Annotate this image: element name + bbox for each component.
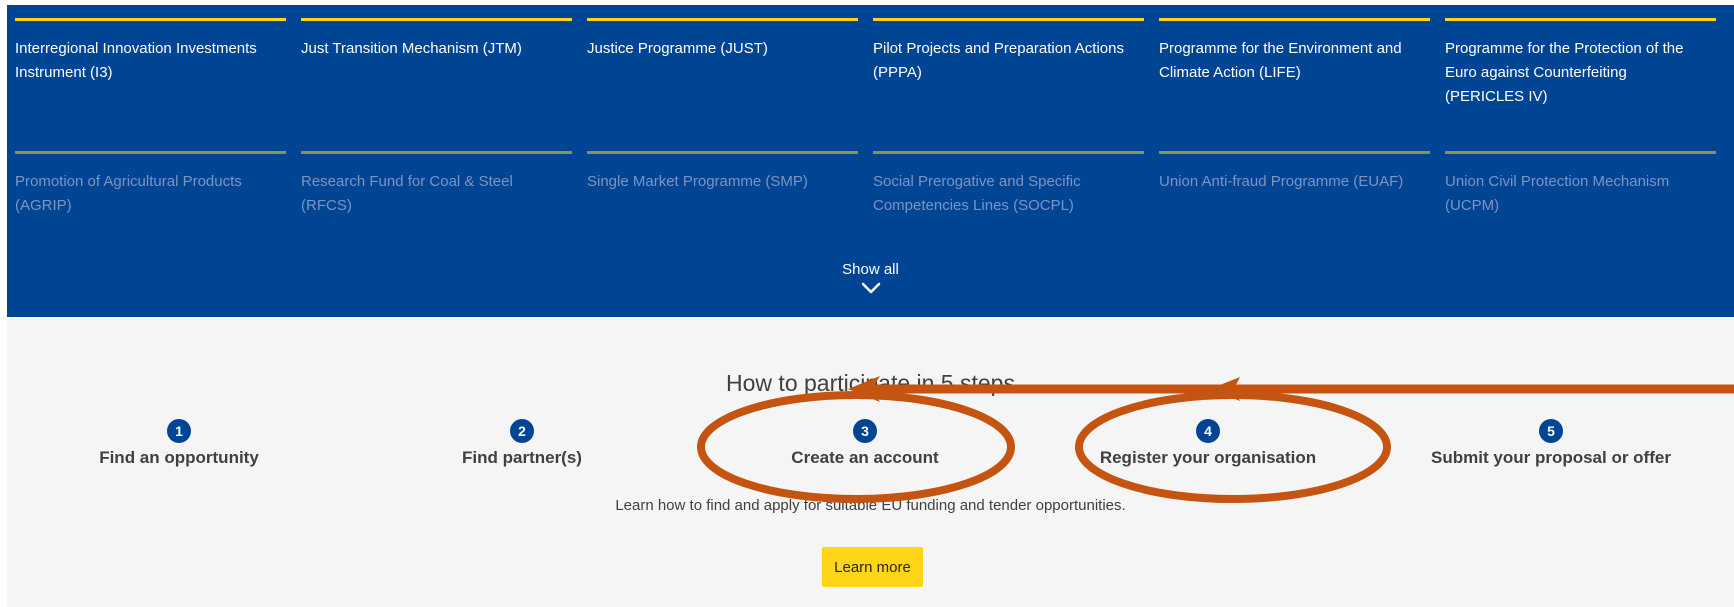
programme-link[interactable]: Union Civil Protection Mechanism (UCPM) — [1445, 170, 1716, 218]
step-submit-proposal[interactable]: 5 Submit your proposal or offer — [1381, 419, 1721, 468]
learn-more-button[interactable]: Learn more — [822, 547, 923, 587]
programmes-panel: Interregional Innovation Investments Ins… — [7, 5, 1734, 317]
programme-item[interactable]: Programme for the Protection of the Euro… — [1445, 18, 1716, 151]
step-find-partners[interactable]: 2 Find partner(s) — [352, 419, 692, 468]
programme-link[interactable]: Interregional Innovation Investments Ins… — [15, 37, 286, 85]
step-number-badge: 5 — [1539, 419, 1563, 443]
programme-link[interactable]: Pilot Projects and Preparation Actions (… — [873, 37, 1144, 85]
show-all-label: Show all — [842, 261, 899, 278]
programme-link[interactable]: Research Fund for Coal & Steel (RFCS) — [301, 170, 572, 218]
programme-link[interactable]: Just Transition Mechanism (JTM) — [301, 37, 572, 61]
step-label: Submit your proposal or offer — [1431, 448, 1671, 467]
programme-link[interactable]: Justice Programme (JUST) — [587, 37, 858, 61]
programme-link[interactable]: Social Prerogative and Specific Competen… — [873, 170, 1144, 218]
show-all-button[interactable]: Show all — [7, 261, 1734, 294]
step-number-badge: 1 — [167, 419, 191, 443]
programme-item[interactable]: Justice Programme (JUST) — [587, 18, 858, 151]
programme-item[interactable]: Interregional Innovation Investments Ins… — [15, 18, 286, 151]
programme-link[interactable]: Union Anti-fraud Programme (EUAF) — [1159, 170, 1430, 194]
section-title: How to participate in 5 steps — [726, 370, 1015, 396]
programme-link[interactable]: Promotion of Agricultural Products (AGRI… — [15, 170, 286, 218]
step-label: Find partner(s) — [462, 448, 582, 467]
step-find-opportunity[interactable]: 1 Find an opportunity — [9, 419, 349, 468]
step-number-badge: 3 — [853, 419, 877, 443]
step-label: Find an opportunity — [99, 448, 259, 467]
chevron-down-icon — [861, 282, 880, 294]
participation-steps-section: How to participate in 5 steps 1 Find an … — [7, 317, 1734, 607]
step-label: Create an account — [791, 448, 939, 467]
step-register-organisation[interactable]: 4 Register your organisation — [1038, 419, 1378, 468]
programmes-grid: Interregional Innovation Investments Ins… — [15, 18, 1716, 284]
programme-item[interactable]: Just Transition Mechanism (JTM) — [301, 18, 572, 151]
programme-link[interactable]: Programme for the Environment and Climat… — [1159, 37, 1430, 85]
step-label: Register your organisation — [1099, 448, 1317, 467]
steps-description: Learn how to find and apply for suitable… — [615, 497, 1126, 514]
step-create-account[interactable]: 3 Create an account — [695, 419, 1035, 468]
programme-item[interactable]: Programme for the Environment and Climat… — [1159, 18, 1430, 151]
programme-item[interactable]: Pilot Projects and Preparation Actions (… — [873, 18, 1144, 151]
programme-link[interactable]: Programme for the Protection of the Euro… — [1445, 37, 1716, 109]
programme-link[interactable]: Single Market Programme (SMP) — [587, 170, 858, 194]
step-number-badge: 2 — [510, 419, 534, 443]
step-number-badge: 4 — [1196, 419, 1220, 443]
